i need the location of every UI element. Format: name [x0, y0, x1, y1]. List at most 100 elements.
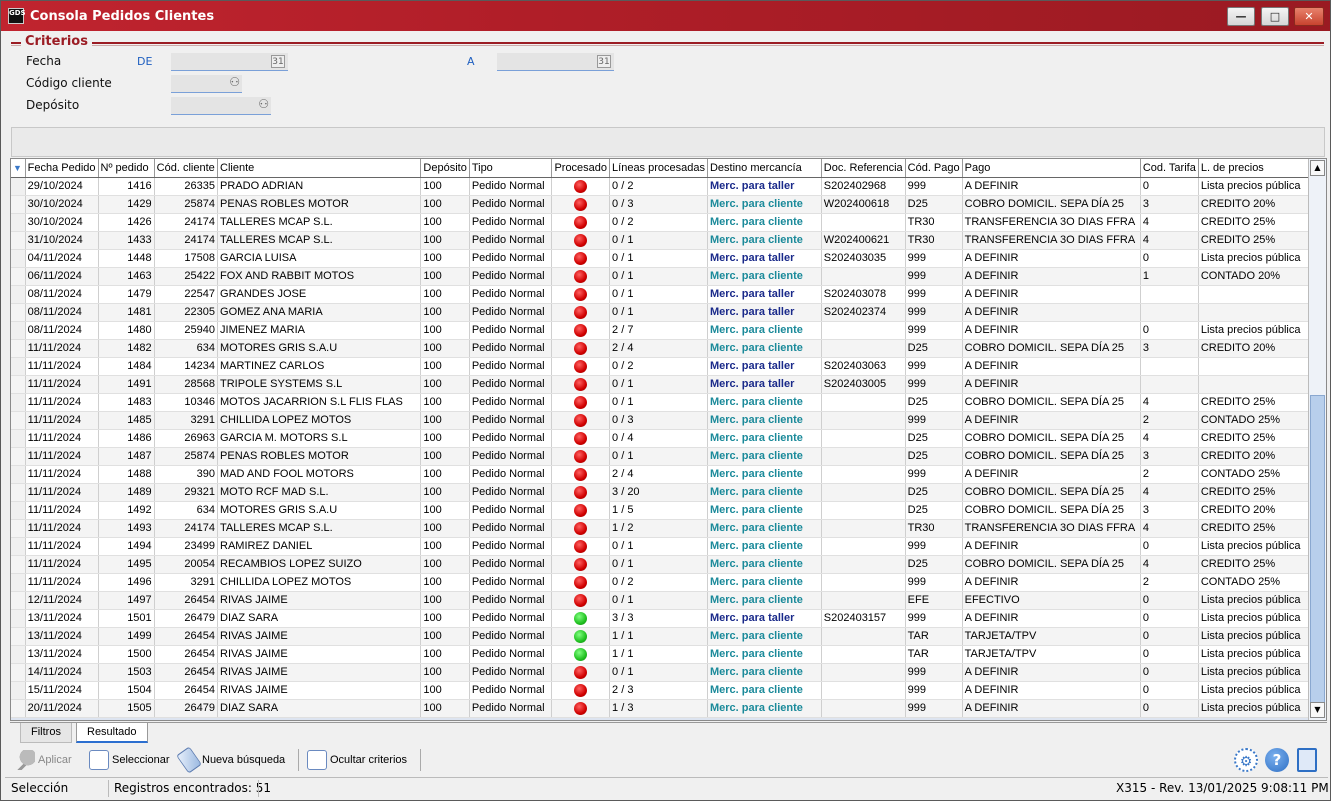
calendar-icon[interactable]: 31 — [597, 55, 611, 68]
table-row[interactable]: 11/11/2024 1488 390 MAD AND FOOL MOTORS 100 P… — [11, 465, 1326, 484]
row-selector[interactable] — [11, 627, 26, 646]
row-selector[interactable] — [11, 483, 26, 502]
row-selector[interactable] — [11, 663, 26, 682]
column-header-cod-pago[interactable]: Cód. Pago — [905, 159, 963, 178]
row-selector[interactable] — [11, 501, 26, 520]
row-selector[interactable] — [11, 465, 26, 484]
row-selector[interactable] — [11, 285, 26, 304]
table-row[interactable]: 11/11/2024 1489 29321 MOTO RCF MAD S.L. 100 P… — [11, 483, 1326, 502]
table-row[interactable]: 11/11/2024 1484 14234 MARTINEZ CARLOS 100 Ped… — [11, 357, 1326, 376]
row-selector[interactable] — [11, 681, 26, 700]
row-selector[interactable] — [11, 249, 26, 268]
table-row[interactable]: 11/11/2024 1485 3291 CHILLIDA LOPEZ MOTOS 10… — [11, 411, 1326, 430]
column-header-procesado[interactable]: Procesado — [551, 159, 611, 178]
table-row[interactable]: 11/11/2024 1491 28568 TRIPOLE SYSTEMS S.L 10… — [11, 375, 1326, 394]
fecha-desde-field[interactable]: 31 — [171, 53, 288, 71]
table-row[interactable]: 11/11/2024 1483 10346 MOTOS JACARRION S.L F… — [11, 393, 1326, 412]
column-header-cod-tarifa[interactable]: Cod. Tarifa — [1140, 159, 1199, 178]
row-selector[interactable] — [11, 321, 26, 340]
row-selector[interactable] — [11, 519, 26, 538]
column-header-lineas[interactable]: Líneas procesadas — [609, 159, 708, 178]
row-selector[interactable] — [11, 609, 26, 628]
row-selector[interactable] — [11, 645, 26, 664]
gear-icon[interactable]: ⚙ — [1234, 748, 1258, 772]
row-selector[interactable] — [11, 375, 26, 394]
table-row[interactable]: 15/11/2024 1504 26454 RIVAS JAIME 100 Pedido … — [11, 681, 1326, 700]
table-row[interactable]: 30/10/2024 1429 25874 PENAS ROBLES MOTOR 100… — [11, 195, 1326, 214]
row-selector[interactable] — [11, 213, 26, 232]
help-icon[interactable]: ? — [1265, 748, 1289, 772]
column-header-doc-ref[interactable]: Doc. Referencia — [821, 159, 906, 178]
row-selector[interactable] — [11, 393, 26, 412]
column-header-cod-cliente[interactable]: Cód. cliente — [154, 159, 219, 178]
row-selector[interactable] — [11, 177, 26, 196]
row-selector[interactable] — [11, 303, 26, 322]
binoculars-icon[interactable]: ⚇ — [229, 75, 240, 89]
row-selector-header[interactable]: ▼ — [11, 159, 26, 178]
fecha-hasta-field[interactable]: 31 — [497, 53, 614, 71]
table-row[interactable]: 13/11/2024 1499 26454 RIVAS JAIME 100 Pedido … — [11, 627, 1326, 646]
row-selector[interactable] — [11, 339, 26, 358]
tab-filtros[interactable]: Filtros — [20, 723, 72, 743]
table-row[interactable]: 04/11/2024 1448 17508 GARCIA LUISA 100 Pedido… — [11, 249, 1326, 268]
table-row[interactable]: 11/11/2024 1493 24174 TALLERES MCAP S.L. 100… — [11, 519, 1326, 538]
table-row[interactable]: 13/11/2024 1500 26454 RIVAS JAIME 100 Pedido … — [11, 645, 1326, 664]
table-row[interactable]: 11/11/2024 1486 26963 GARCIA M. MOTORS S.L 1… — [11, 429, 1326, 448]
binoculars-icon[interactable]: ⚇ — [258, 97, 269, 111]
column-header-num-pedido[interactable]: Nº pedido — [98, 159, 155, 178]
row-selector[interactable] — [11, 429, 26, 448]
codigo-cliente-field[interactable]: ⚇ — [171, 75, 242, 93]
minimize-button[interactable]: — — [1227, 7, 1255, 26]
calendar-icon[interactable]: 31 — [271, 55, 285, 68]
table-row[interactable]: 20/11/2024 1505 26479 DIAZ SARA 100 Pedido No… — [11, 699, 1326, 718]
nueva-busqueda-button[interactable]: Nueva búsqueda — [176, 746, 285, 774]
table-row[interactable]: 08/11/2024 1479 22547 GRANDES JOSE 100 Pedido… — [11, 285, 1326, 304]
table-row[interactable]: 06/11/2024 1463 25422 FOX AND RABBIT MOTOS 1… — [11, 267, 1326, 286]
table-row[interactable]: 13/11/2024 1501 26479 DIAZ SARA 100 Pedido No… — [11, 609, 1326, 628]
row-selector[interactable] — [11, 447, 26, 466]
aplicar-button[interactable]: Aplicar — [15, 747, 72, 773]
criteria-title[interactable]: Criterios — [21, 34, 92, 49]
ocultar-criterios-button[interactable]: Ocultar criterios — [307, 747, 407, 773]
table-row[interactable]: 11/11/2024 1494 23499 RAMIREZ DANIEL 100 Pedi… — [11, 537, 1326, 556]
vertical-scrollbar[interactable]: ▲ ▼ — [1308, 159, 1326, 720]
scroll-thumb[interactable] — [1310, 395, 1325, 703]
tab-resultado[interactable]: Resultado — [76, 723, 148, 743]
table-row[interactable]: 08/11/2024 1481 22305 GOMEZ ANA MARIA 100 Ped… — [11, 303, 1326, 322]
column-header-lista-precios[interactable]: L. de precios — [1198, 159, 1326, 178]
row-selector[interactable] — [11, 411, 26, 430]
row-selector[interactable] — [11, 267, 26, 286]
column-header-fecha[interactable]: Fecha Pedido — [25, 159, 99, 178]
table-row[interactable]: 11/11/2024 1496 3291 CHILLIDA LOPEZ MOTOS 10… — [11, 573, 1326, 592]
table-row[interactable]: 11/11/2024 1492 634 MOTORES GRIS S.A.U 100 Pe… — [11, 501, 1326, 520]
row-selector[interactable] — [11, 573, 26, 592]
table-row[interactable]: 30/10/2024 1426 24174 TALLERES MCAP S.L. 100… — [11, 213, 1326, 232]
seleccionar-button[interactable]: Seleccionar — [89, 747, 169, 773]
column-header-destino[interactable]: Destino mercancía — [707, 159, 822, 178]
column-header-tipo[interactable]: Tipo — [469, 159, 553, 178]
table-row[interactable]: 11/11/2024 1482 634 MOTORES GRIS S.A.U 100 Pe… — [11, 339, 1326, 358]
row-selector[interactable] — [11, 195, 26, 214]
deposito-field[interactable]: ⚇ — [171, 97, 271, 115]
column-header-deposito[interactable]: Depósito — [420, 159, 470, 178]
table-row[interactable]: 12/11/2024 1497 26454 RIVAS JAIME 100 Pedido … — [11, 591, 1326, 610]
close-button[interactable]: ✕ — [1294, 7, 1324, 26]
row-selector[interactable] — [11, 537, 26, 556]
scroll-up-icon[interactable]: ▲ — [1310, 160, 1325, 176]
column-header-cliente[interactable]: Cliente — [217, 159, 422, 178]
scroll-down-icon[interactable]: ▼ — [1310, 702, 1325, 718]
title-bar[interactable]: GDS Consola Pedidos Clientes — □ ✕ — [1, 1, 1330, 31]
table-row[interactable]: 08/11/2024 1480 25940 JIMENEZ MARIA 100 Pedid… — [11, 321, 1326, 340]
table-row[interactable]: 11/11/2024 1495 20054 RECAMBIOS LOPEZ SUIZO… — [11, 555, 1326, 574]
maximize-button[interactable]: □ — [1261, 7, 1289, 26]
table-row[interactable]: 31/10/2024 1433 24174 TALLERES MCAP S.L. 100… — [11, 231, 1326, 250]
book-icon[interactable] — [1297, 748, 1317, 772]
row-selector[interactable] — [11, 357, 26, 376]
table-row[interactable]: 11/11/2024 1487 25874 PENAS ROBLES MOTOR 100… — [11, 447, 1326, 466]
column-header-pago[interactable]: Pago — [962, 159, 1141, 178]
results-grid[interactable]: ▼ Fecha Pedido Nº pedido Cód. cliente Client… — [10, 158, 1327, 721]
row-selector[interactable] — [11, 591, 26, 610]
table-row[interactable]: 29/10/2024 1416 26335 PRADO ADRIAN 100 Pedido… — [11, 177, 1326, 196]
table-row[interactable]: 14/11/2024 1503 26454 RIVAS JAIME 100 Pedido … — [11, 663, 1326, 682]
row-selector[interactable] — [11, 555, 26, 574]
